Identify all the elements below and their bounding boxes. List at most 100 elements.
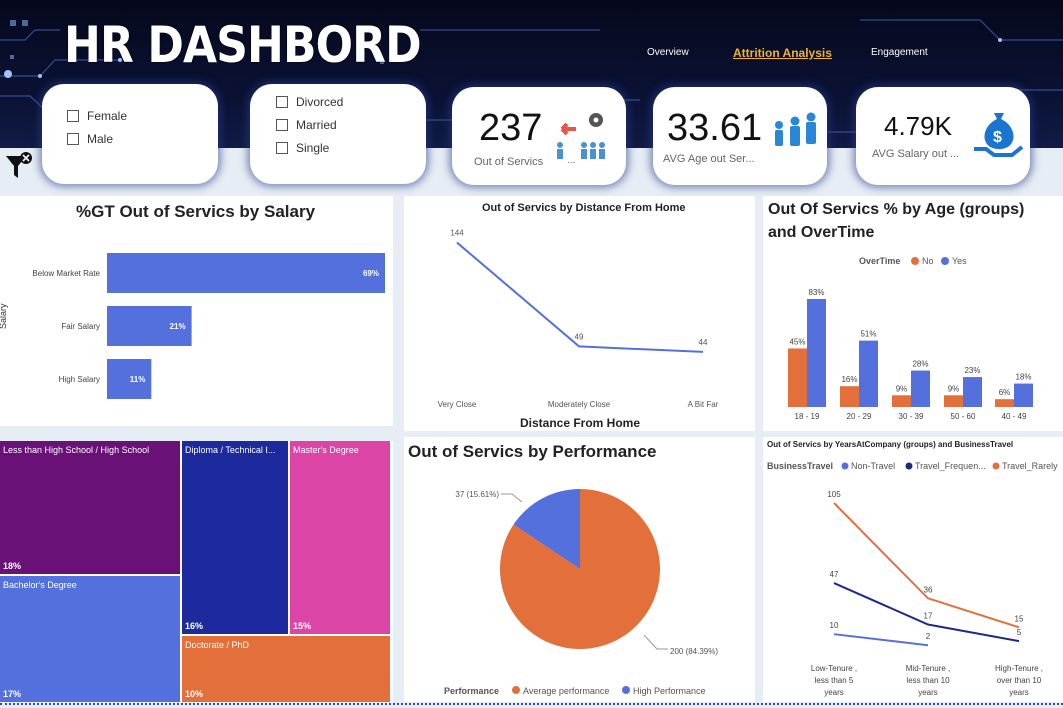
x-tick-label: years xyxy=(1009,688,1029,697)
leader-line xyxy=(643,634,668,650)
age-overtime-chart-panel: Out Of Servics % by Age (groups) and Ove… xyxy=(763,196,1063,431)
slicer-option-female[interactable]: Female xyxy=(67,109,127,123)
data-label: 144 xyxy=(450,229,464,238)
legend-high-performance[interactable]: High Performance xyxy=(633,686,706,696)
x-tick-label: over than 10 xyxy=(997,676,1042,685)
age-bar-yes xyxy=(911,370,930,407)
treemap-label: Diploma / Technical I... xyxy=(185,445,276,455)
data-label: 36 xyxy=(924,585,933,594)
tenure-line xyxy=(833,633,929,647)
people-out-icon: ... xyxy=(557,113,605,165)
legend-non-travel[interactable]: Non-Travel xyxy=(851,461,895,471)
age-bar-yes xyxy=(1014,383,1033,407)
clear-filter-icon[interactable] xyxy=(4,150,34,182)
legend-title: Performance xyxy=(444,686,499,696)
legend-title: BusinessTravel xyxy=(767,461,833,471)
data-label: 5 xyxy=(1017,628,1022,637)
checkbox[interactable] xyxy=(67,110,79,122)
kpi-value: 33.61 xyxy=(667,107,763,149)
treemap-pct: 16% xyxy=(185,621,204,631)
legend-travel-frequently[interactable]: Travel_Frequen... xyxy=(915,461,986,471)
data-label: 23% xyxy=(964,366,980,375)
checkbox[interactable] xyxy=(276,96,288,108)
treemap-cell-bachelors[interactable]: Bachelor's Degree 17% xyxy=(0,576,180,702)
legend-no[interactable]: No xyxy=(922,256,934,266)
age-bar-no xyxy=(840,386,859,407)
x-tick-label: less than 10 xyxy=(906,676,950,685)
data-label: 51% xyxy=(860,330,876,339)
education-treemap-panel: Less than High School / High School 18% … xyxy=(0,441,393,702)
x-tick-label: 20 - 29 xyxy=(847,412,872,421)
data-label: 200 (84.39%) xyxy=(670,647,718,656)
slicer-option-divorced[interactable]: Divorced xyxy=(276,95,343,109)
data-label: 47 xyxy=(830,570,839,579)
treemap-pct: 15% xyxy=(293,621,312,631)
legend-travel-rarely[interactable]: Travel_Rarely xyxy=(1002,461,1058,471)
x-tick-label: Low-Tenure , xyxy=(811,664,857,673)
checkbox[interactable] xyxy=(276,142,288,154)
bottom-divider xyxy=(0,703,1063,705)
y-tick-label: Fair Salary xyxy=(61,322,100,331)
legend-swatch-high xyxy=(622,686,630,694)
kpi-card-avg-age: 33.61 AVG Age out Ser... xyxy=(653,87,827,185)
tenure-travel-chart-panel: Out of Servics by YearsAtCompany (groups… xyxy=(763,437,1063,702)
x-tick-label: less than 5 xyxy=(815,676,854,685)
data-label: 18% xyxy=(1015,373,1031,382)
tenure-line xyxy=(833,502,1020,629)
checkbox[interactable] xyxy=(276,119,288,131)
x-tick-label: Mid-Tenure , xyxy=(906,664,950,673)
treemap-cell-diploma[interactable]: Diploma / Technical I... 16% xyxy=(182,441,288,634)
data-label: 10 xyxy=(830,621,839,630)
data-label: 16% xyxy=(841,375,857,384)
kpi-ellipsis: ... xyxy=(567,155,575,165)
data-label: 105 xyxy=(827,490,841,499)
x-tick-label: A Bit Far xyxy=(688,400,719,409)
y-tick-label: High Salary xyxy=(59,375,100,384)
y-tick-label: Below Market Rate xyxy=(32,269,100,278)
legend-swatch-travel-frequently xyxy=(905,462,913,470)
legend-title: OverTime xyxy=(859,256,900,266)
legend-swatch-travel-rarely xyxy=(992,462,1000,470)
slicer-option-single[interactable]: Single xyxy=(276,141,329,155)
svg-text:$: $ xyxy=(993,129,1002,146)
age-bar-yes xyxy=(859,340,878,407)
nav-overview[interactable]: Overview xyxy=(647,47,689,58)
data-label: 69% xyxy=(363,269,379,278)
treemap-pct: 18% xyxy=(3,561,22,571)
x-tick-label: 40 - 49 xyxy=(1002,412,1027,421)
treemap-label: Bachelor's Degree xyxy=(3,580,77,590)
data-label: 28% xyxy=(912,360,928,369)
kpi-value: 4.79K xyxy=(884,111,952,141)
treemap-cell-masters[interactable]: Master's Degree 15% xyxy=(290,441,390,634)
nav-engagement[interactable]: Engagement xyxy=(871,47,928,58)
age-bar-no xyxy=(995,399,1014,407)
gender-slicer: Female Male xyxy=(42,84,218,184)
kpi-label: AVG Age out Ser... xyxy=(663,153,755,165)
nav-attrition-analysis[interactable]: Attrition Analysis xyxy=(733,46,832,60)
age-bar-no xyxy=(892,395,911,407)
legend-average-performance[interactable]: Average performance xyxy=(523,686,609,696)
salary-chart-panel: %GT Out of Servics by Salary Salary Belo… xyxy=(0,196,393,426)
data-label: 45% xyxy=(789,337,805,346)
x-tick-label: High-Tenure , xyxy=(995,664,1043,673)
data-label: 11% xyxy=(130,375,146,384)
kpi-label: AVG Salary out ... xyxy=(872,148,960,160)
age-bar-yes xyxy=(963,377,982,407)
legend-swatch-average xyxy=(512,686,520,694)
legend-yes[interactable]: Yes xyxy=(952,256,967,266)
data-label: 15 xyxy=(1015,614,1024,623)
people-group-icon xyxy=(775,112,816,146)
treemap-cell-high-school[interactable]: Less than High School / High School 18% xyxy=(0,441,180,574)
dashboard-title: HR DASHBORD xyxy=(64,16,422,74)
y-axis-label: Salary xyxy=(0,303,8,329)
treemap-pct: 17% xyxy=(3,689,22,699)
data-label: 49 xyxy=(575,332,584,341)
slicer-option-male[interactable]: Male xyxy=(67,132,113,146)
salary-bar-chart: Salary Below Market Rate 69% Fair Salary 21… xyxy=(0,253,385,399)
x-tick-label: Moderately Close xyxy=(548,400,611,409)
checkbox[interactable] xyxy=(67,133,79,145)
treemap-cell-doctorate[interactable]: Doctorate / PhD 10% xyxy=(182,636,390,702)
x-tick-label: years xyxy=(824,688,844,697)
slicer-option-married[interactable]: Married xyxy=(276,118,337,132)
treemap-label: Less than High School / High School xyxy=(3,445,150,455)
